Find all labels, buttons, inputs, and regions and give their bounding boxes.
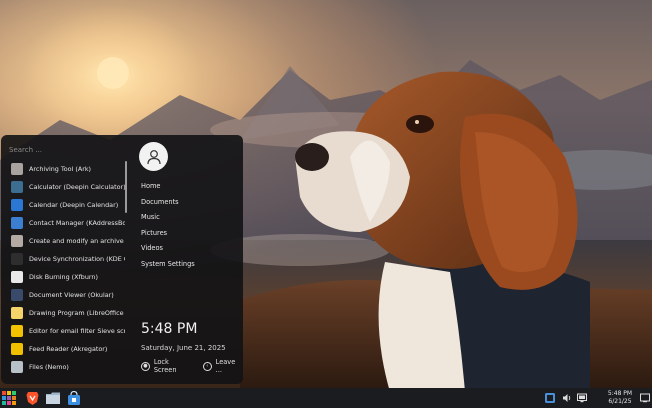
brave-browser-icon xyxy=(26,392,38,405)
app-list-item[interactable]: Feed Reader (Akregator) xyxy=(1,340,125,358)
software-store-button[interactable] xyxy=(67,391,81,405)
display-icon xyxy=(577,393,587,403)
contacts-icon xyxy=(11,217,23,229)
disc-icon xyxy=(11,271,23,283)
lock-screen-label: Lock Screen xyxy=(153,358,177,374)
app-list-item-label: Files (Nemo) xyxy=(29,363,69,371)
search-input[interactable]: Search ... xyxy=(9,143,119,157)
app-list-item-label: Drawing Program (LibreOffice ... xyxy=(29,309,125,317)
app-list-item-label: Calculator (Deepin Calculator) xyxy=(29,183,125,191)
app-indicator-button[interactable] xyxy=(545,393,555,403)
display-button[interactable] xyxy=(577,393,587,403)
app-list-item[interactable]: Files (Nemo) xyxy=(1,358,125,376)
menu-date: Saturday, June 21, 2025 xyxy=(141,344,226,352)
lock-icon: ● xyxy=(141,361,150,371)
app-list-item[interactable]: Editor for email filter Sieve scri... xyxy=(1,322,125,340)
app-list-item-label: Device Synchronization (KDE C... xyxy=(29,255,125,263)
volume-icon xyxy=(563,394,571,402)
software-store-icon xyxy=(68,391,80,405)
places-list: Home Documents Music Pictures Videos Sys… xyxy=(141,179,195,272)
app-list-item[interactable]: Create and modify an archive (... xyxy=(1,232,125,250)
app-list-item-label: Feed Reader (Akregator) xyxy=(29,345,108,353)
app-list-item[interactable]: Device Synchronization (KDE C... xyxy=(1,250,125,268)
app-list-item[interactable]: Calendar (Deepin Calendar) xyxy=(1,196,125,214)
place-pictures[interactable]: Pictures xyxy=(141,226,195,242)
app-list-item-label: Create and modify an archive (... xyxy=(29,237,125,245)
place-music[interactable]: Music xyxy=(141,210,195,226)
app-list-item[interactable]: Calculator (Deepin Calculator) xyxy=(1,178,125,196)
app-list-item[interactable]: Drawing Program (LibreOffice ... xyxy=(1,304,125,322)
app-launcher-button[interactable] xyxy=(2,391,16,405)
app-list-item[interactable]: Document Viewer (Okular) xyxy=(1,286,125,304)
notifications-icon xyxy=(640,393,650,403)
user-avatar[interactable] xyxy=(139,142,168,171)
app-list-item-label: Document Viewer (Okular) xyxy=(29,291,114,299)
volume-button[interactable] xyxy=(562,393,572,403)
feed-reader-icon xyxy=(11,343,23,355)
file-manager-button[interactable] xyxy=(46,391,60,405)
menu-clock: 5:48 PM xyxy=(141,321,198,337)
okular-icon xyxy=(11,289,23,301)
session-actions: ● Lock Screen ‹ Leave ... xyxy=(141,358,243,374)
taskbar-clock[interactable]: 5:48 PM 6/21/25 xyxy=(600,390,640,406)
app-list-item-label: Editor for email filter Sieve scri... xyxy=(29,327,125,335)
app-list-scrollbar[interactable] xyxy=(125,161,127,213)
leave-icon: ‹ xyxy=(202,361,212,371)
sieve-editor-icon xyxy=(11,325,23,337)
app-indicator-icon xyxy=(545,393,555,403)
taskbar: 5:48 PM 6/21/25 xyxy=(0,388,652,408)
notifications-button[interactable] xyxy=(640,393,650,403)
application-list: Archiving Tool (Ark) Calculator (Deepin C… xyxy=(1,160,125,376)
user-icon xyxy=(146,149,161,164)
kdeconnect-icon xyxy=(11,253,23,265)
leave-button[interactable]: ‹ Leave ... xyxy=(202,358,243,374)
app-list-item[interactable]: Disk Burning (Xfburn) xyxy=(1,268,125,286)
place-documents[interactable]: Documents xyxy=(141,195,195,211)
app-list-item-label: Archiving Tool (Ark) xyxy=(29,165,92,173)
leave-label: Leave ... xyxy=(215,358,236,374)
taskbar-time: 5:48 PM xyxy=(607,390,633,397)
lock-screen-button[interactable]: ● Lock Screen xyxy=(141,358,193,374)
brave-browser-button[interactable] xyxy=(25,391,39,405)
place-home[interactable]: Home xyxy=(141,179,195,195)
application-launcher-menu: Search ... Archiving Tool (Ark) Calculato… xyxy=(1,135,243,384)
app-list-item[interactable]: Archiving Tool (Ark) xyxy=(1,160,125,178)
calculator-icon xyxy=(11,181,23,193)
archive-create-icon xyxy=(11,235,23,247)
archive-icon xyxy=(11,163,23,175)
app-list-item-label: Calendar (Deepin Calendar) xyxy=(29,201,119,209)
app-launcher-icon xyxy=(2,391,16,405)
app-list-item[interactable]: Contact Manager (KAddressBo... xyxy=(1,214,125,232)
place-videos[interactable]: Videos xyxy=(141,241,195,257)
beagle-dog-image xyxy=(295,71,590,388)
app-list-item-label: Disk Burning (Xfburn) xyxy=(29,273,98,281)
draw-icon xyxy=(11,307,23,319)
calendar-icon xyxy=(11,199,23,211)
place-system-settings[interactable]: System Settings xyxy=(141,257,195,273)
file-manager-icon xyxy=(46,392,60,404)
folder-icon xyxy=(11,361,23,373)
app-list-item-label: Contact Manager (KAddressBo... xyxy=(29,219,125,227)
taskbar-date: 6/21/25 xyxy=(608,398,632,405)
